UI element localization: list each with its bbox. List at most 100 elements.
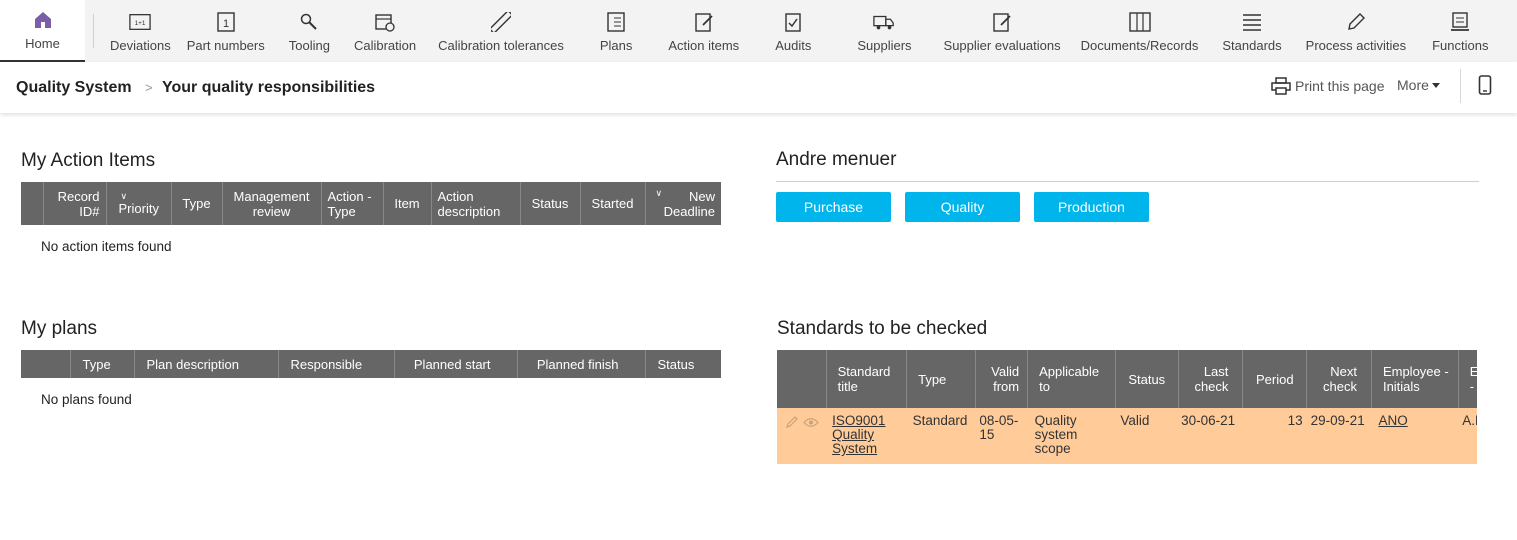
checklist-icon	[605, 11, 627, 33]
nav-label: Part numbers	[186, 38, 265, 53]
nav-deviations[interactable]: 1+1 Deviations	[102, 0, 179, 62]
nav-label: Calibration tolerances	[438, 38, 564, 53]
more-label: More	[1397, 77, 1429, 93]
initials-link[interactable]: ANO	[1378, 413, 1407, 428]
column-header[interactable]: Planned finish	[517, 350, 646, 378]
deviation-icon: 1+1	[129, 11, 152, 33]
breadcrumb-bar: Quality System > Your quality responsibi…	[0, 62, 1517, 113]
svg-text:1+1: 1+1	[135, 20, 146, 27]
quality-button[interactable]: Quality	[905, 192, 1020, 222]
nav-calibration[interactable]: Calibration	[346, 0, 424, 62]
nav-tooling[interactable]: Tooling	[273, 0, 346, 62]
column-header[interactable]: Valid from	[975, 350, 1029, 408]
nav-label: Process activities	[1305, 38, 1407, 53]
column-header[interactable]: Management review	[222, 182, 322, 225]
print-button[interactable]: Print this page	[1271, 77, 1385, 95]
page-title: Your quality responsibilities	[162, 78, 376, 96]
column-header	[21, 350, 71, 378]
column-header[interactable]: Status	[520, 182, 581, 225]
nav-part-numbers[interactable]: 1 Part numbers	[179, 0, 273, 62]
column-header[interactable]: Responsible	[278, 350, 395, 378]
column-header[interactable]: Plan description	[134, 350, 279, 378]
nav-label: Tooling	[288, 38, 330, 53]
standard-title-link[interactable]: ISO9001 Quality System	[832, 413, 885, 456]
nav-label: Audits	[775, 38, 812, 53]
print-label: Print this page	[1295, 78, 1385, 94]
column-header[interactable]: Status	[1115, 350, 1179, 408]
column-header[interactable]: Next check	[1306, 350, 1372, 408]
nav-divider	[93, 14, 94, 48]
column-header	[21, 182, 44, 225]
column-header[interactable]: Employee - Initials	[1371, 350, 1459, 408]
column-header[interactable]: Action description	[431, 182, 521, 225]
part-number-icon: 1	[215, 11, 237, 33]
nav-label: Home	[25, 36, 60, 51]
nav-documents-records[interactable]: Documents/Records	[1069, 0, 1211, 62]
nav-suppliers[interactable]: Suppliers	[833, 0, 935, 62]
edit-icon[interactable]	[785, 416, 799, 429]
applicable-to-cell: Quality system scope	[1027, 408, 1116, 464]
nav-process-activities[interactable]: Process activities	[1294, 0, 1418, 62]
standards-table: Standard title Type Valid from Applicabl…	[777, 350, 1477, 464]
column-header[interactable]: Status	[645, 350, 721, 378]
more-button[interactable]: More	[1397, 77, 1443, 93]
pencil-icon	[1345, 11, 1367, 33]
column-label: New Deadline	[663, 188, 715, 219]
nav-home[interactable]: Home	[0, 0, 85, 62]
mobile-view-button[interactable]	[1478, 75, 1492, 100]
nav-label: Documents/Records	[1080, 38, 1199, 53]
production-button[interactable]: Production	[1034, 192, 1149, 222]
column-header[interactable]: Last check	[1178, 350, 1244, 408]
nav-label: Suppliers	[857, 38, 912, 53]
column-header[interactable]: Type	[906, 350, 976, 408]
empty-message: No action items found	[41, 239, 172, 254]
nav-audits[interactable]: Audits	[753, 0, 833, 62]
clipboard-check-icon	[782, 11, 804, 33]
wrench-icon	[298, 11, 320, 33]
nav-label: Action items	[668, 38, 740, 53]
nav-plans[interactable]: Plans	[578, 0, 655, 62]
table-header-row: Type Plan description Responsible Planne…	[21, 350, 721, 378]
nav-standards[interactable]: Standards	[1210, 0, 1293, 62]
column-header[interactable]: Applicable to	[1027, 350, 1116, 408]
column-header[interactable]: Item	[383, 182, 432, 225]
column-header[interactable]: Employee - Name	[1458, 350, 1477, 408]
nav-action-items[interactable]: Action items	[654, 0, 753, 62]
column-header[interactable]: Started	[580, 182, 646, 225]
column-header[interactable]: Type	[70, 350, 135, 378]
column-header[interactable]: Standard title	[826, 350, 908, 408]
type-cell: Standard	[906, 408, 976, 464]
nav-label: Standards	[1222, 38, 1282, 53]
column-header[interactable]: Record ID#	[43, 182, 107, 225]
truck-icon	[873, 11, 895, 33]
nav-label: Functions	[1432, 38, 1489, 53]
toolbar-divider	[1460, 69, 1461, 103]
column-header-priority[interactable]: ∨ Priority	[106, 182, 172, 225]
breadcrumb-root[interactable]: Quality System	[16, 79, 132, 97]
svg-text:1: 1	[223, 18, 229, 30]
column-header[interactable]: Type	[171, 182, 223, 225]
top-navigation: Home 1+1 Deviations 1 Part numbers Tooli…	[0, 0, 1517, 62]
period-cell: 13	[1242, 408, 1307, 464]
table-header-row: Standard title Type Valid from Applicabl…	[777, 350, 1477, 408]
nav-label: Deviations	[110, 38, 171, 53]
column-header[interactable]: Planned start	[394, 350, 518, 378]
nav-supplier-evaluations[interactable]: Supplier evaluations	[936, 0, 1069, 62]
sort-icon: ∨	[655, 188, 663, 198]
next-check-cell: 29-09-21	[1306, 408, 1372, 464]
plans-title: My plans	[21, 318, 98, 339]
last-check-cell: 30-06-21	[1178, 408, 1243, 464]
column-header[interactable]: Action - Type	[321, 182, 384, 225]
table-row[interactable]: ISO9001 Quality System Standard 08-05-15…	[777, 408, 1477, 464]
nav-calibration-tolerances[interactable]: Calibration tolerances	[424, 0, 578, 62]
initials-cell: ANO	[1371, 408, 1459, 464]
status-cell: Valid	[1115, 408, 1179, 464]
purchase-button[interactable]: Purchase	[776, 192, 891, 222]
column-header-new-deadline[interactable]: ∨ New Deadline	[645, 182, 721, 225]
standard-title-cell: ISO9001 Quality System	[826, 408, 907, 464]
standards-table-container[interactable]: Standard title Type Valid from Applicabl…	[777, 350, 1477, 464]
column-header[interactable]: Period	[1242, 350, 1308, 408]
view-icon[interactable]	[802, 416, 819, 429]
binders-icon	[1128, 11, 1151, 33]
nav-functions[interactable]: Functions	[1418, 0, 1502, 62]
